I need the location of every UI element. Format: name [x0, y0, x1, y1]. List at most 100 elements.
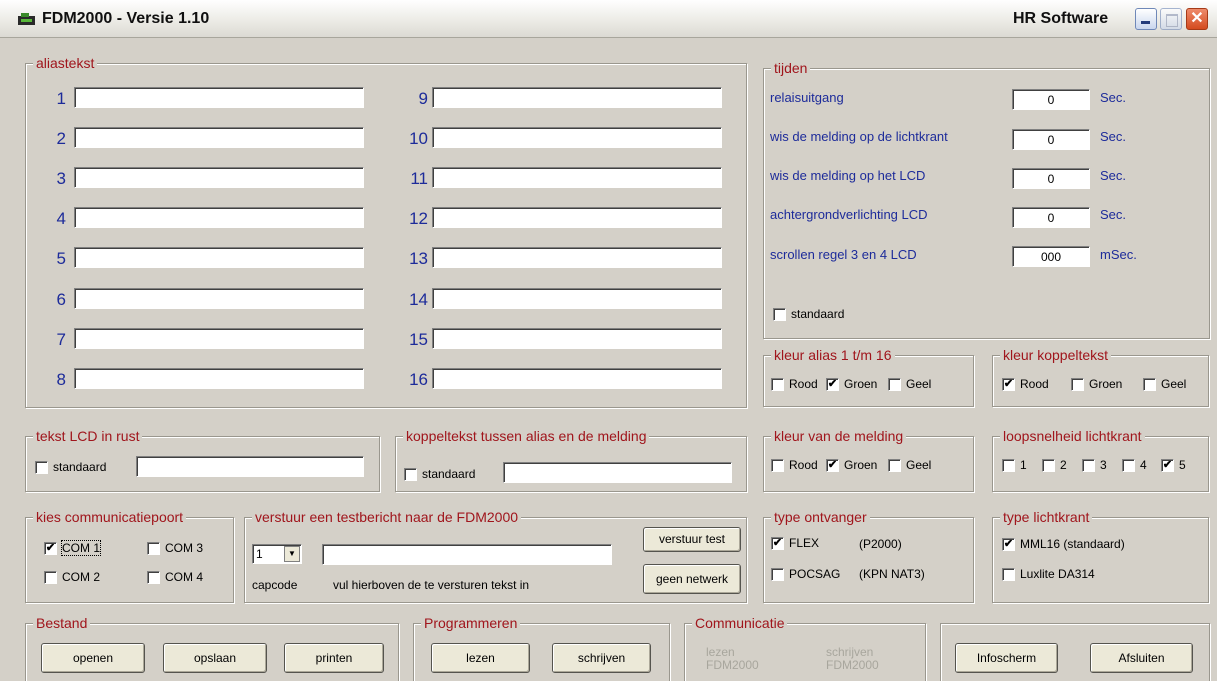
- kleur-melding-rood-checkbox[interactable]: Rood: [771, 458, 818, 472]
- kleur-alias-legend: kleur alias 1 t/m 16: [771, 346, 895, 364]
- tijden-label: achtergrondverlichting LCD: [770, 207, 928, 222]
- checkbox-label: 5: [1179, 458, 1186, 472]
- alias-number: 11: [410, 169, 428, 188]
- checkbox-box: [404, 467, 417, 481]
- kleur-koppeltekst-rood-checkbox[interactable]: ✔ Rood: [1002, 377, 1049, 391]
- test-message-input[interactable]: [322, 544, 612, 565]
- alias-input-13[interactable]: [432, 247, 722, 268]
- infoscherm-button[interactable]: Infoscherm: [955, 643, 1058, 673]
- checkbox-box: [1143, 377, 1156, 391]
- tijden-unit: mSec.: [1100, 247, 1137, 262]
- kleur-alias-rood-checkbox[interactable]: Rood: [771, 377, 818, 391]
- schrijven-line2: FDM2000: [826, 658, 879, 672]
- tijden-legend: tijden: [771, 59, 811, 77]
- com4-checkbox[interactable]: COM 4: [147, 570, 203, 584]
- tijden-unit: Sec.: [1100, 207, 1127, 222]
- pocsag-checkbox[interactable]: POCSAG: [771, 567, 840, 581]
- loopsnelheid-1-checkbox[interactable]: 1: [1002, 458, 1027, 472]
- com2-checkbox[interactable]: COM 2: [44, 570, 100, 584]
- checkbox-label: COM 3: [165, 541, 204, 555]
- flex-note: (P2000): [859, 537, 902, 551]
- wis-lichtkrant-input[interactable]: [1012, 129, 1090, 150]
- relaisuitgang-input[interactable]: [1012, 89, 1090, 110]
- printen-button[interactable]: printen: [284, 643, 384, 673]
- checkbox-label: Groen: [844, 377, 878, 391]
- alias-number: 13: [409, 249, 428, 268]
- lezen-button[interactable]: lezen: [431, 643, 530, 673]
- kleur-alias-geel-checkbox[interactable]: Geel: [888, 377, 931, 391]
- kleur-koppeltekst-geel-checkbox[interactable]: Geel: [1143, 377, 1186, 391]
- alias-number: 10: [409, 129, 428, 148]
- tekst-lcd-input[interactable]: [136, 456, 364, 477]
- alias-input-9[interactable]: [432, 87, 722, 108]
- loopsnelheid-3-checkbox[interactable]: 3: [1082, 458, 1107, 472]
- checkbox-box: ✔: [1002, 537, 1015, 551]
- checkbox-box: [1122, 458, 1135, 472]
- alias-input-7[interactable]: [74, 328, 364, 349]
- alias-input-12[interactable]: [432, 207, 722, 228]
- tijden-standaard-checkbox[interactable]: standaard: [773, 307, 844, 321]
- alias-input-6[interactable]: [74, 288, 364, 309]
- kleur-melding-geel-checkbox[interactable]: Geel: [888, 458, 931, 472]
- checkbox-label: POCSAG: [789, 567, 841, 581]
- koppeltekst-input[interactable]: [503, 462, 732, 483]
- kleur-alias-groen-checkbox[interactable]: ✔ Groen: [826, 377, 877, 391]
- koppeltekst-legend: koppeltekst tussen alias en de melding: [403, 427, 650, 445]
- kleur-koppeltekst-groen-checkbox[interactable]: Groen: [1071, 377, 1122, 391]
- opslaan-button[interactable]: opslaan: [163, 643, 267, 673]
- alias-input-10[interactable]: [432, 127, 722, 148]
- checkbox-box: ✔: [1002, 377, 1015, 391]
- loopsnelheid-5-checkbox[interactable]: ✔ 5: [1161, 458, 1186, 472]
- alias-input-3[interactable]: [74, 167, 364, 188]
- checkbox-box: [1042, 458, 1055, 472]
- alias-input-14[interactable]: [432, 288, 722, 309]
- luxlite-checkbox[interactable]: Luxlite DA314: [1002, 567, 1095, 581]
- afsluiten-button[interactable]: Afsluiten: [1090, 643, 1193, 673]
- close-button[interactable]: ✕: [1186, 8, 1208, 30]
- alias-input-11[interactable]: [432, 167, 722, 188]
- alias-input-15[interactable]: [432, 328, 722, 349]
- alias-input-2[interactable]: [74, 127, 364, 148]
- window-title: FDM2000 - Versie 1.10: [42, 10, 210, 27]
- openen-button[interactable]: openen: [41, 643, 145, 673]
- alias-input-4[interactable]: [74, 207, 364, 228]
- checkbox-label: COM 4: [165, 570, 204, 584]
- loopsnelheid-4-checkbox[interactable]: 4: [1122, 458, 1147, 472]
- chevron-down-icon[interactable]: ▼: [284, 546, 300, 562]
- alias-number: 14: [409, 290, 428, 309]
- checkbox-label: Luxlite DA314: [1020, 567, 1095, 581]
- checkbox-box: ✔: [826, 377, 839, 391]
- loopsnelheid-2-checkbox[interactable]: 2: [1042, 458, 1067, 472]
- geen-netwerk-button[interactable]: geen netwerk: [643, 564, 741, 594]
- checkbox-label: COM 2: [62, 570, 101, 584]
- flex-checkbox[interactable]: ✔ FLEX: [771, 536, 819, 550]
- alias-input-1[interactable]: [74, 87, 364, 108]
- capcode-select[interactable]: 1 ▼: [252, 544, 302, 564]
- wis-lcd-input[interactable]: [1012, 168, 1090, 189]
- achtergrondverlichting-input[interactable]: [1012, 207, 1090, 228]
- alias-number: 9: [418, 89, 428, 108]
- verstuur-test-button[interactable]: verstuur test: [643, 527, 741, 552]
- mml16-checkbox[interactable]: ✔ MML16 (standaard): [1002, 537, 1125, 551]
- checkbox-box: [771, 458, 784, 472]
- koppeltekst-standaard-checkbox[interactable]: standaard: [404, 467, 475, 481]
- minimize-button[interactable]: [1135, 8, 1157, 30]
- alias-input-5[interactable]: [74, 247, 364, 268]
- checkbox-label: 4: [1140, 458, 1147, 472]
- com3-checkbox[interactable]: COM 3: [147, 541, 203, 555]
- alias-input-16[interactable]: [432, 368, 722, 389]
- app-window: FDM2000 - Versie 1.10 HR Software ✕ alia…: [0, 0, 1217, 681]
- title-bar[interactable]: FDM2000 - Versie 1.10 HR Software ✕: [0, 0, 1217, 38]
- com1-checkbox[interactable]: ✔ COM 1: [44, 540, 102, 556]
- scrollen-input[interactable]: [1012, 246, 1090, 267]
- checkbox-label: standaard: [422, 467, 476, 481]
- alias-number: 7: [56, 330, 66, 349]
- schrijven-button[interactable]: schrijven: [552, 643, 651, 673]
- tekst-lcd-standaard-checkbox[interactable]: standaard: [35, 460, 106, 474]
- alias-number: 16: [409, 370, 428, 389]
- kleur-melding-groen-checkbox[interactable]: ✔ Groen: [826, 458, 877, 472]
- checkbox-label: standaard: [53, 460, 107, 474]
- alias-input-8[interactable]: [74, 368, 364, 389]
- tijden-unit: Sec.: [1100, 90, 1127, 105]
- alias-number: 4: [56, 209, 66, 228]
